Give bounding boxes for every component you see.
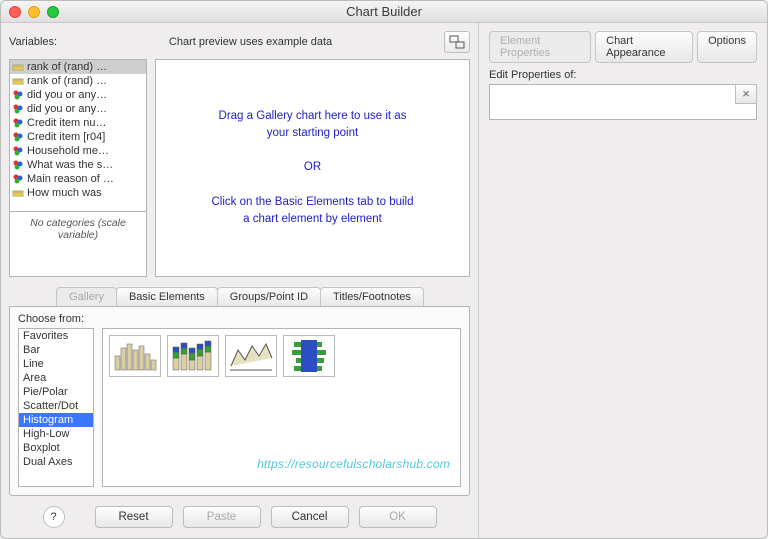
variable-item[interactable]: rank of (rand) … [10,74,146,88]
ok-button[interactable]: OK [359,506,437,528]
minimize-window-icon[interactable] [28,6,40,18]
preview-note: Chart preview uses example data [65,36,436,48]
variable-item[interactable]: Credit item [r04] [10,130,146,144]
nominal-icon [12,103,24,115]
chart-canvas[interactable]: Drag a Gallery chart here to use it as y… [155,59,470,277]
chart-type-item[interactable]: Dual Axes [19,455,93,469]
variable-label: Credit item nu… [27,117,106,129]
variable-item[interactable]: Household me… [10,144,146,158]
variable-label: did you or any… [27,103,107,115]
help-button[interactable]: ? [43,506,65,528]
variables-label: Variables: [9,36,57,48]
chart-type-item[interactable]: Line [19,357,93,371]
edit-properties-field[interactable]: × [489,84,757,120]
cancel-button[interactable]: Cancel [271,506,349,528]
watermark: https://resourcefulscholarshub.com [257,457,450,471]
titlebar: Chart Builder [1,1,767,23]
categories-box: No categories (scale variable) [10,211,146,276]
nominal-icon [12,117,24,129]
nominal-icon [12,173,24,185]
variable-label: What was the s… [27,159,113,171]
variable-label: rank of (rand) … [27,75,107,87]
histogram-thumb-4[interactable] [283,335,335,377]
scale-icon [12,187,24,199]
dialog-buttons: ? Reset Paste Cancel OK [9,506,470,528]
chart-type-item[interactable]: Pie/Polar [19,385,93,399]
nominal-icon [12,145,24,157]
variable-item[interactable]: How much was [10,186,146,200]
nominal-icon [12,159,24,171]
gallery-tabs: Gallery Basic Elements Groups/Point ID T… [9,287,470,306]
variable-label: rank of (rand) … [27,61,107,73]
chart-type-item[interactable]: Favorites [19,329,93,343]
variable-item[interactable]: What was the s… [10,158,146,172]
chart-type-item[interactable]: High-Low [19,427,93,441]
variables-list[interactable]: rank of (rand) … rank of (rand) … did you … [9,59,147,277]
variable-label: Household me… [27,145,109,157]
tab-groups-point-id[interactable]: Groups/Point ID [217,287,321,306]
scale-icon [12,61,24,73]
variable-item[interactable]: did you or any… [10,88,146,102]
variable-item[interactable]: did you or any… [10,102,146,116]
nominal-icon [12,131,24,143]
swap-axes-button[interactable] [444,31,470,53]
close-window-icon[interactable] [9,6,21,18]
histogram-thumb-3[interactable] [225,335,277,377]
chart-type-item[interactable]: Scatter/Dot [19,399,93,413]
tab-options[interactable]: Options [697,31,757,63]
clear-properties-button[interactable]: × [735,84,757,104]
zoom-window-icon[interactable] [47,6,59,18]
histogram-thumb-2[interactable] [167,335,219,377]
variable-label: How much was [27,187,102,199]
chart-type-item[interactable]: Histogram [19,413,93,427]
chart-type-item[interactable]: Area [19,371,93,385]
variable-item[interactable]: Credit item nu… [10,116,146,130]
scale-icon [12,75,24,87]
paste-button[interactable]: Paste [183,506,261,528]
variable-label: Main reason of … [27,173,114,185]
nominal-icon [12,89,24,101]
variable-item[interactable]: Main reason of … [10,172,146,186]
right-pane: Element Properties Chart Appearance Opti… [479,23,767,538]
variable-label: did you or any… [27,89,107,101]
gallery-panel: Choose from: FavoritesBarLineAreaPie/Pol… [9,306,470,496]
variable-item[interactable]: rank of (rand) … [10,60,146,74]
left-pane: Variables: Chart preview uses example da… [1,23,479,538]
histogram-thumb-1[interactable] [109,335,161,377]
tab-element-properties[interactable]: Element Properties [489,31,591,63]
tab-gallery[interactable]: Gallery [56,287,117,306]
window-controls [9,6,59,18]
chart-builder-window: Chart Builder Variables: Chart preview u… [0,0,768,539]
reset-button[interactable]: Reset [95,506,173,528]
variable-label: Credit item [r04] [27,131,105,143]
window-title: Chart Builder [346,4,422,19]
chart-type-item[interactable]: Bar [19,343,93,357]
tab-titles-footnotes[interactable]: Titles/Footnotes [320,287,424,306]
edit-properties-label: Edit Properties of: [489,69,757,81]
tab-basic-elements[interactable]: Basic Elements [116,287,218,306]
tab-chart-appearance[interactable]: Chart Appearance [595,31,693,63]
chart-type-list[interactable]: FavoritesBarLineAreaPie/PolarScatter/Dot… [18,328,94,487]
gallery-thumbnails: https://resourcefulscholarshub.com [102,328,461,487]
chart-type-item[interactable]: Boxplot [19,441,93,455]
choose-from-label: Choose from: [18,313,461,325]
